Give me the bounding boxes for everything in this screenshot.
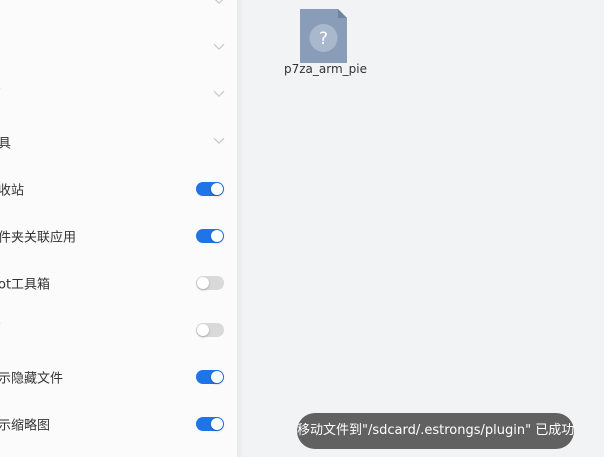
toggle-knob (211, 183, 223, 195)
settings-row-label: ot工具箱 (0, 277, 51, 293)
settings-row-label: 件夹关联应用 (0, 230, 77, 246)
settings-row-recycle-bin[interactable]: 收站 (0, 166, 237, 212)
chevron-down-icon (213, 43, 225, 51)
file-item[interactable]: ? p7za_arm_pie (284, 5, 368, 77)
folder-association-toggle[interactable] (196, 229, 224, 243)
chevron-down-icon (214, 0, 224, 5)
settings-row-folder-association[interactable]: 件夹关联应用 (0, 213, 237, 259)
root-toolbox-toggle[interactable] (196, 276, 224, 290)
settings-row-show-thumbnails[interactable]: 示缩略图 (0, 401, 237, 447)
settings-row-show-hidden-files[interactable]: 示隐藏文件 (0, 354, 237, 400)
show-hidden-files-toggle[interactable] (196, 370, 224, 384)
unknown-file-icon: ? (300, 9, 347, 63)
settings-row-3[interactable]: 具 (0, 119, 237, 165)
recycle-bin-toggle[interactable] (196, 182, 224, 196)
toggle-knob (197, 324, 209, 336)
settings-row-root-toolbox[interactable]: ot工具箱 (0, 260, 237, 306)
settings-row-2[interactable]: 𝄒 (0, 72, 237, 118)
settings-row-label: 示隐藏文件 (0, 371, 64, 387)
chevron-down-icon (213, 90, 225, 98)
settings-row-label: 收站 (0, 183, 25, 199)
chevron-down-icon (213, 137, 225, 145)
settings-panel: 𝄒 𝄒 具 收站 件夹关联应用 ot工具箱 𝄒 示隐藏文件 示缩略图 (0, 0, 243, 457)
settings-row-7[interactable]: 𝄒 (0, 307, 237, 353)
settings-row-0[interactable]: 𝄒 (0, 0, 237, 25)
toggle-knob (211, 418, 223, 430)
toggle-knob (211, 371, 223, 383)
panel-shadow (237, 0, 243, 457)
settings-row-1[interactable] (0, 25, 237, 71)
settings-row-label: 示缩略图 (0, 418, 51, 434)
settings-toggle[interactable] (196, 323, 224, 337)
toggle-knob (197, 277, 209, 289)
file-name: p7za_arm_pie (284, 62, 368, 76)
show-thumbnails-toggle[interactable] (196, 417, 224, 431)
toast-message: 移动文件到"/sdcard/.estrongs/plugin" 已成功 (297, 413, 574, 449)
svg-text:?: ? (319, 29, 328, 49)
toggle-knob (211, 230, 223, 242)
settings-row-label: 具 (0, 136, 12, 152)
